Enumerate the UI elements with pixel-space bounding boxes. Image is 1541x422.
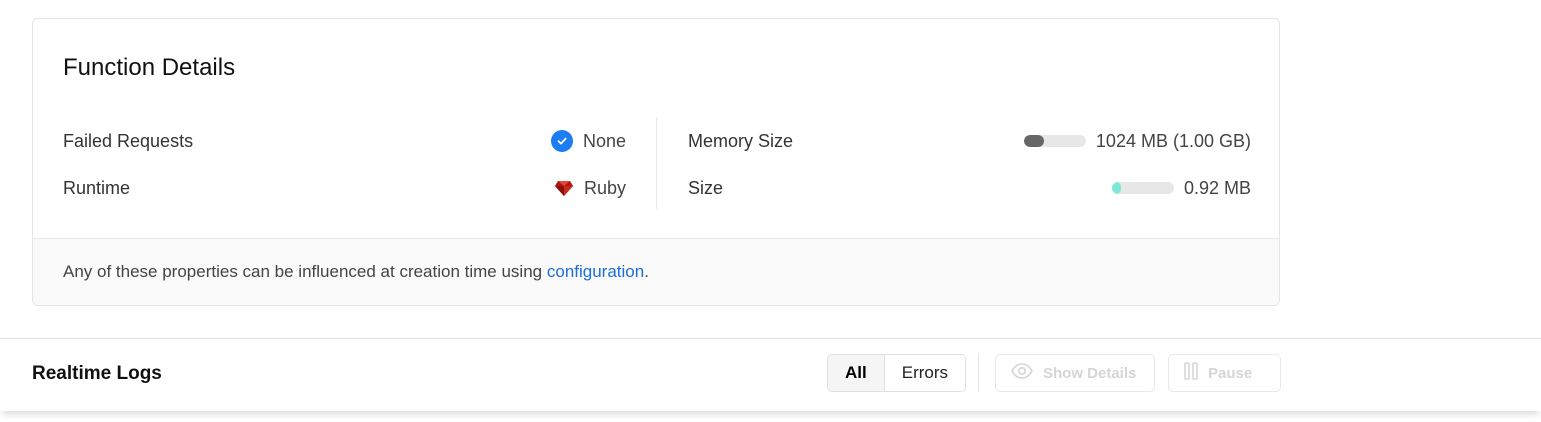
pause-icon	[1184, 362, 1198, 384]
show-details-button[interactable]: Show Details	[995, 354, 1155, 392]
failed-requests-value: None	[582, 130, 626, 151]
column-divider	[656, 117, 657, 209]
realtime-logs-title: Realtime Logs	[32, 363, 162, 384]
memory-size-value-group: 1024 MB (1.00 GB)	[1023, 130, 1251, 152]
runtime-value-group: Ruby	[554, 178, 626, 199]
failed-requests-label: Failed Requests	[63, 130, 194, 151]
function-details-card: Function Details Failed Requests None Ru…	[32, 18, 1280, 306]
runtime-row: Runtime Ruby	[63, 176, 626, 200]
memory-size-value: 1024 MB (1.00 GB)	[1095, 130, 1251, 151]
filter-errors-button[interactable]: Errors	[884, 355, 966, 391]
size-meter	[1111, 182, 1174, 194]
footer-text: Any of these properties can be influence…	[63, 262, 547, 281]
failed-requests-value-group: None	[550, 130, 626, 152]
log-filter-segmented-control: All Errors	[827, 354, 967, 392]
size-value-group: 0.92 MB	[1111, 177, 1251, 199]
footer-period: .	[644, 262, 649, 281]
realtime-logs-bar: Realtime Logs All Errors Show Details Pa…	[0, 338, 1541, 411]
check-circle-icon	[550, 130, 573, 152]
pause-button[interactable]: Pause	[1168, 354, 1281, 392]
card-footer: Any of these properties can be influence…	[33, 238, 1279, 305]
filter-all-button[interactable]: All	[828, 355, 885, 391]
eye-icon	[1011, 363, 1033, 383]
size-value: 0.92 MB	[1183, 177, 1251, 198]
toolbar-separator	[978, 354, 979, 392]
size-row: Size 0.92 MB	[688, 176, 1251, 200]
memory-size-meter	[1023, 135, 1086, 147]
pause-label: Pause	[1208, 364, 1253, 382]
memory-size-meter-fill	[1023, 135, 1045, 147]
memory-size-row: Memory Size 1024 MB (1.00 GB)	[688, 129, 1251, 153]
runtime-value: Ruby	[583, 177, 626, 198]
configuration-link[interactable]: configuration	[547, 262, 644, 282]
size-label: Size	[688, 177, 724, 198]
ruby-icon	[554, 178, 574, 198]
runtime-label: Runtime	[63, 177, 131, 198]
card-title: Function Details	[63, 54, 236, 81]
memory-size-label: Memory Size	[688, 130, 794, 151]
failed-requests-row: Failed Requests None	[63, 129, 626, 153]
size-meter-fill	[1111, 182, 1122, 194]
show-details-label: Show Details	[1043, 364, 1137, 382]
